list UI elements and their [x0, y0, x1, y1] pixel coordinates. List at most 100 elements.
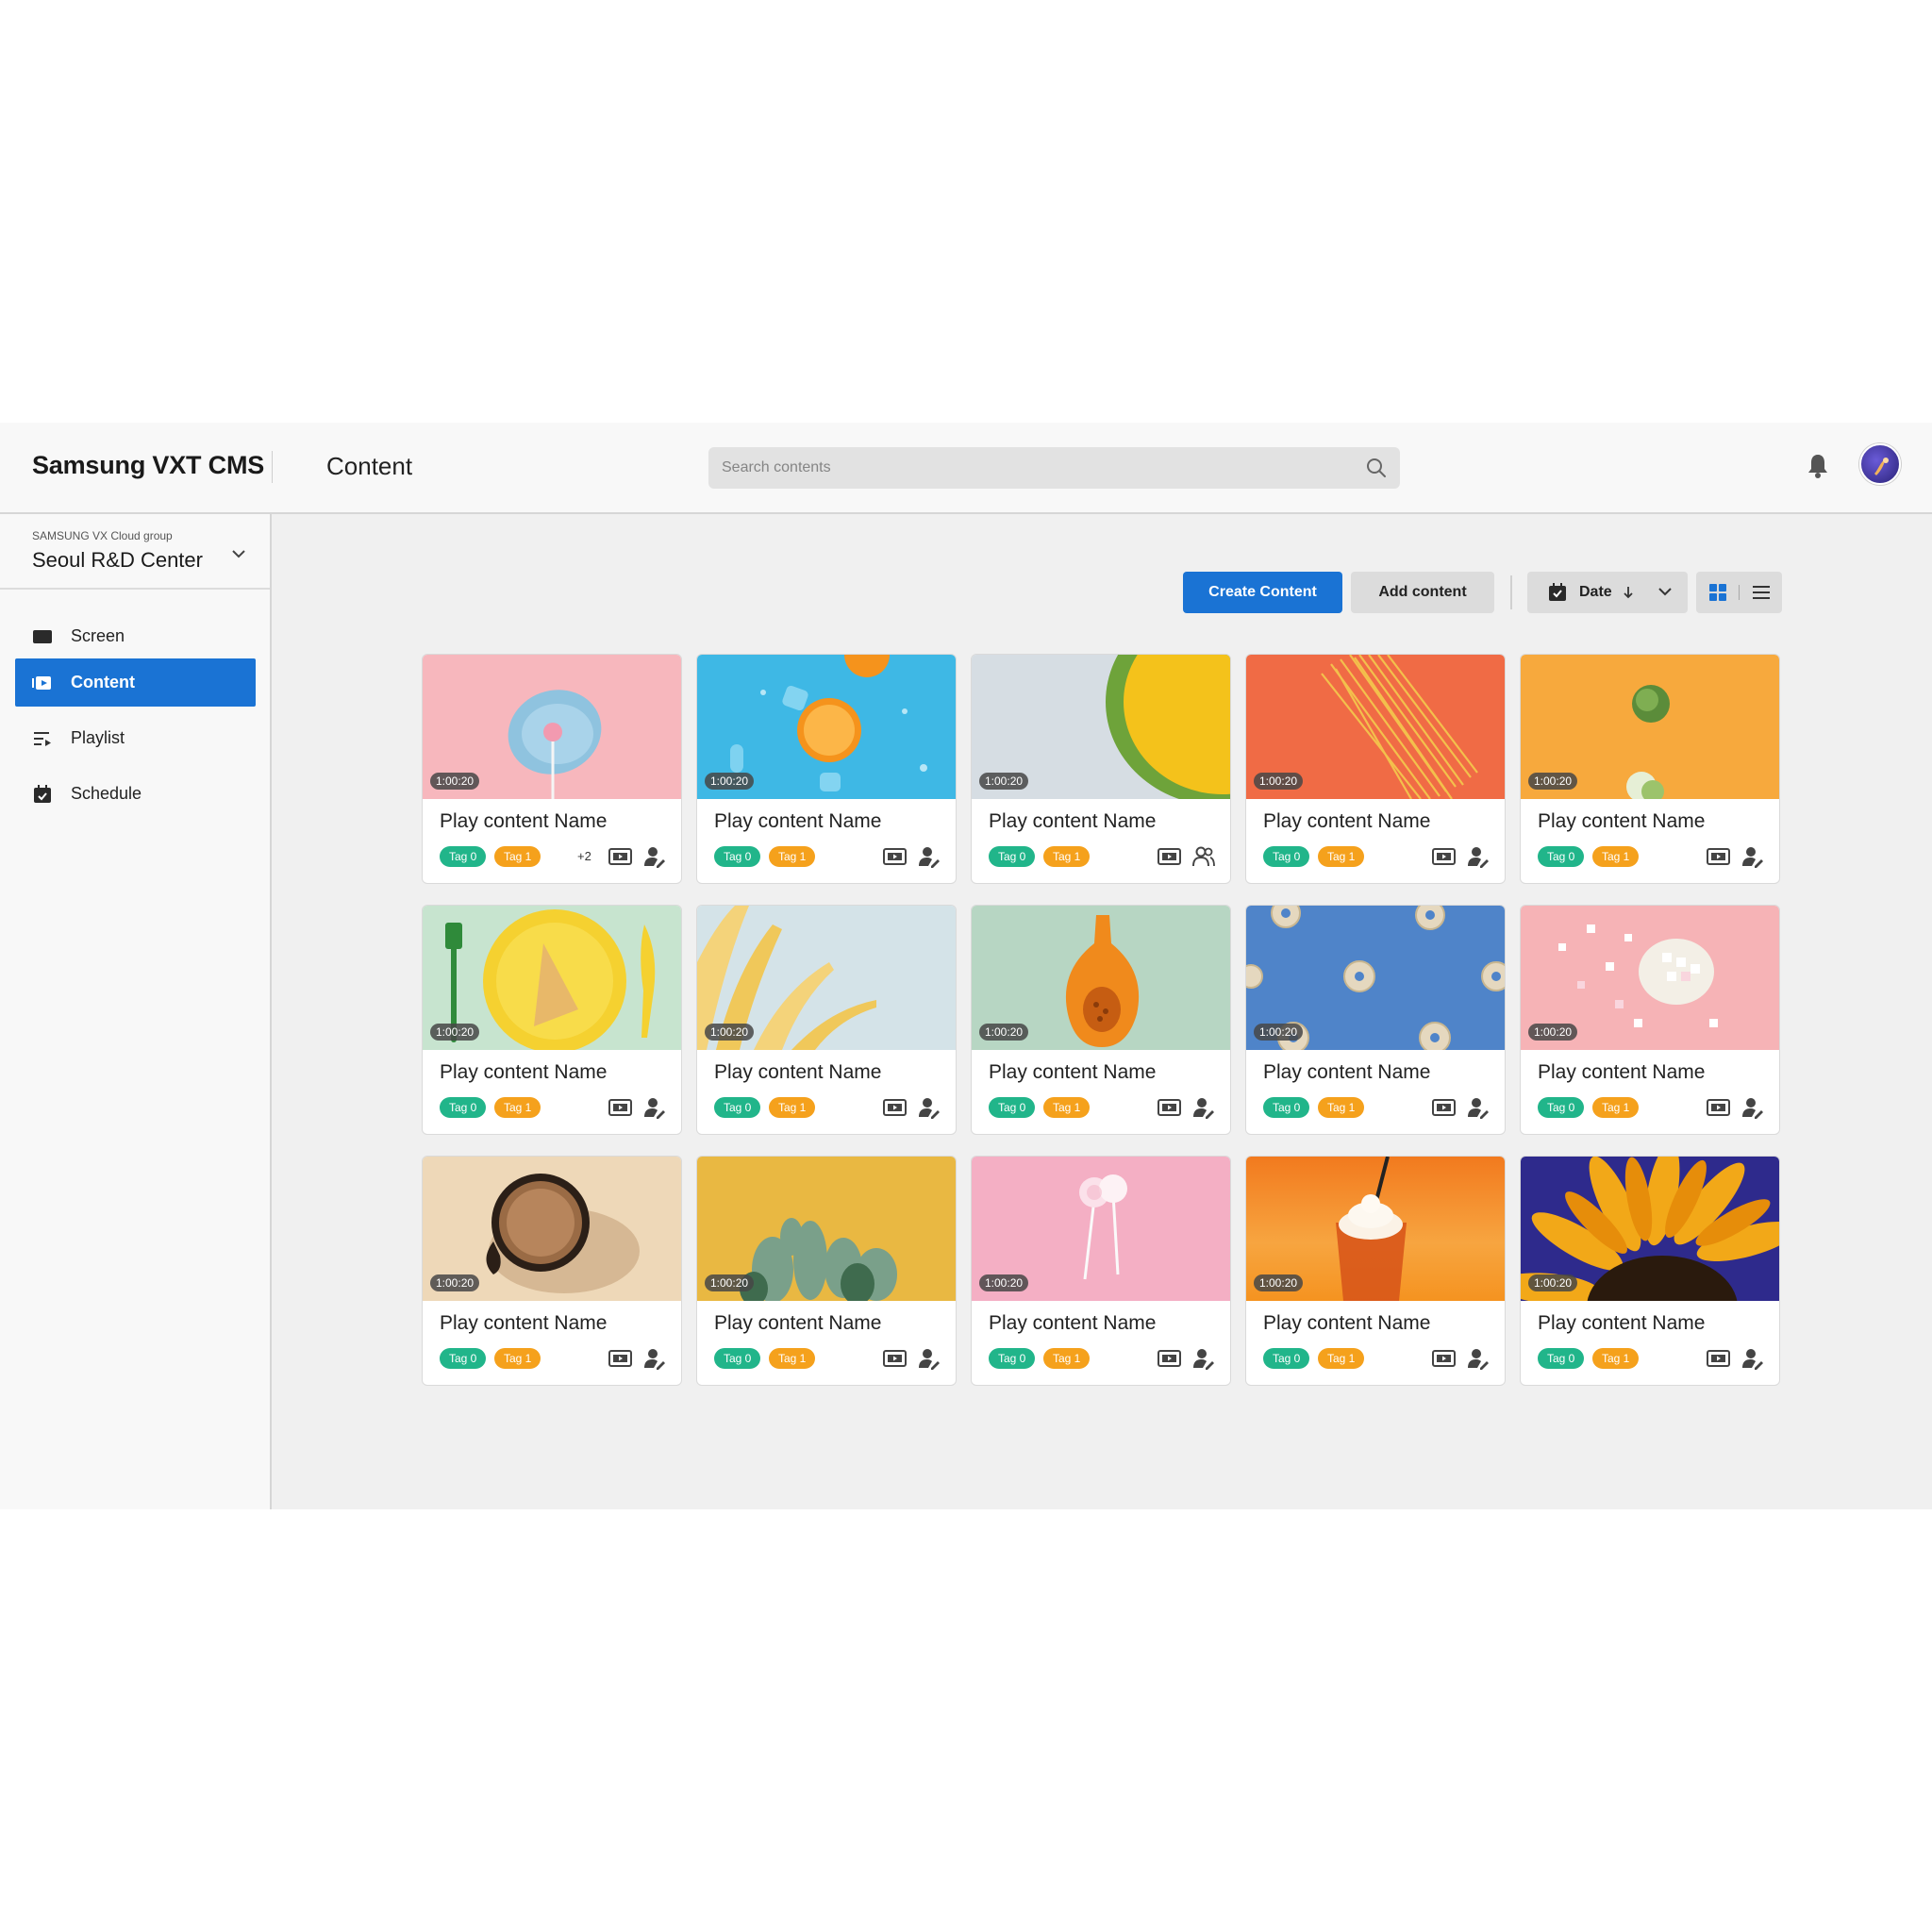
screen-play-icon — [608, 1099, 632, 1116]
tag-chip: Tag 0 — [1263, 1097, 1310, 1118]
user-edit-icon — [644, 847, 665, 868]
group-selector[interactable]: SAMSUNG VX Cloud group Seoul R&D Center — [0, 514, 270, 590]
tag-chip: Tag 1 — [1318, 1097, 1365, 1118]
sidebar-item-label: Screen — [71, 626, 125, 645]
sidebar: SAMSUNG VX Cloud group Seoul R&D Center … — [0, 514, 272, 1509]
sort-label: Date — [1579, 584, 1612, 600]
duration-badge: 1:00:20 — [430, 773, 480, 790]
tag-chip: Tag 0 — [714, 1097, 761, 1118]
card-title: Play content Name — [714, 1312, 882, 1334]
duration-badge: 1:00:20 — [979, 1274, 1029, 1291]
duration-badge: 1:00:20 — [1528, 773, 1578, 790]
calendar-icon — [1549, 583, 1566, 601]
avatar[interactable] — [1859, 443, 1901, 485]
content-card[interactable]: 1:00:20 Play content Name Tag 0 Tag 1 — [1245, 1156, 1506, 1386]
screen-play-icon — [883, 1350, 907, 1367]
content-card[interactable]: 1:00:20 Play content Name Tag 0 Tag 1 — [1245, 905, 1506, 1135]
duration-badge: 1:00:20 — [1254, 1274, 1304, 1291]
user-edit-icon — [1742, 1349, 1763, 1370]
group-label: SAMSUNG VX Cloud group — [32, 529, 173, 542]
chevron-down-icon[interactable] — [230, 548, 247, 559]
page-title: Content — [326, 452, 413, 480]
tag-chip: Tag 1 — [769, 1348, 816, 1369]
screen-play-icon — [1158, 1350, 1181, 1367]
content-card[interactable]: 1:00:20 Play content Name Tag 0 Tag 1 — [696, 905, 957, 1135]
content-card[interactable]: 1:00:20 Play content Name Tag 0 Tag 1 — [422, 905, 682, 1135]
tag-chip: Tag 0 — [440, 1348, 487, 1369]
tag-chip: Tag 0 — [440, 1097, 487, 1118]
sidebar-item-label: Schedule — [71, 784, 142, 803]
tag-chip: Tag 1 — [1592, 846, 1640, 867]
tag-chip: Tag 0 — [714, 1348, 761, 1369]
duration-badge: 1:00:20 — [979, 773, 1029, 790]
content-card[interactable]: 1:00:20 Play content Name Tag 0 Tag 1 — [422, 1156, 682, 1386]
calendar-icon — [34, 785, 51, 803]
tag-chip: Tag 0 — [1263, 846, 1310, 867]
duration-badge: 1:00:20 — [1254, 773, 1304, 790]
content-card[interactable]: 1:00:20 Play content Name Tag 0 Tag 1 — [1520, 905, 1780, 1135]
more-tags-count[interactable]: +2 — [577, 849, 591, 863]
content-card[interactable]: 1:00:20 Play content Name Tag 0 Tag 1 — [1520, 654, 1780, 884]
content-card[interactable]: 1:00:20 Play content Name Tag 0 Tag 1 — [971, 1156, 1231, 1386]
duration-badge: 1:00:20 — [979, 1024, 1029, 1041]
search-input[interactable] — [708, 447, 1400, 489]
chevron-down-icon[interactable] — [1657, 587, 1673, 597]
user-edit-icon — [1468, 847, 1489, 868]
tag-chip: Tag 0 — [1538, 846, 1585, 867]
card-title: Play content Name — [989, 810, 1157, 832]
content-card[interactable]: 1:00:20 Play content Name Tag 0 Tag 1 — [971, 905, 1231, 1135]
top-header: Samsung VXT CMS Content — [0, 423, 1932, 514]
tag-chip: Tag 0 — [989, 1097, 1036, 1118]
sidebar-item-playlist[interactable]: Playlist — [15, 714, 256, 762]
screen-play-icon — [1432, 1350, 1456, 1367]
duration-badge: 1:00:20 — [705, 1274, 755, 1291]
search-icon[interactable] — [1366, 458, 1387, 478]
card-title: Play content Name — [1538, 810, 1706, 832]
sidebar-item-screen[interactable]: Screen — [15, 612, 256, 660]
duration-badge: 1:00:20 — [430, 1024, 480, 1041]
bell-icon[interactable] — [1805, 452, 1831, 480]
screen-play-icon — [883, 848, 907, 865]
create-content-button[interactable]: Create Content — [1183, 572, 1342, 613]
brand-logo[interactable]: Samsung VXT CMS — [32, 451, 264, 480]
view-toggle — [1696, 572, 1782, 613]
screen-play-icon — [1432, 1099, 1456, 1116]
grid-view-icon[interactable] — [1709, 584, 1726, 601]
avatar-figure-icon — [1874, 458, 1889, 475]
screen-play-icon — [883, 1099, 907, 1116]
screen-play-icon — [608, 848, 632, 865]
content-card[interactable]: 1:00:20 Play content Name Tag 0 Tag 1 +2 — [422, 654, 682, 884]
card-title: Play content Name — [1263, 1312, 1431, 1334]
user-edit-icon — [919, 847, 940, 868]
sidebar-item-content[interactable]: Content — [15, 658, 256, 707]
tag-chip: Tag 0 — [440, 846, 487, 867]
header-divider — [272, 451, 273, 483]
content-card[interactable]: 1:00:20 Play content Name Tag 0 Tag 1 — [696, 1156, 957, 1386]
card-title: Play content Name — [1538, 1312, 1706, 1334]
tag-chip: Tag 1 — [1592, 1348, 1640, 1369]
screen-play-icon — [1432, 848, 1456, 865]
users-icon — [1192, 846, 1215, 867]
sidebar-item-schedule[interactable]: Schedule — [15, 770, 256, 818]
tag-chip: Tag 0 — [1263, 1348, 1310, 1369]
screen-play-icon — [1158, 848, 1181, 865]
user-edit-icon — [644, 1349, 665, 1370]
content-card[interactable]: 1:00:20 Play content Name Tag 0 Tag 1 — [696, 654, 957, 884]
content-card[interactable]: 1:00:20 Play content Name Tag 0 Tag 1 — [1520, 1156, 1780, 1386]
duration-badge: 1:00:20 — [705, 773, 755, 790]
app-window: Samsung VXT CMS Content SAMSUNG VX Cloud… — [0, 423, 1932, 1509]
content-card[interactable]: 1:00:20 Play content Name Tag 0 Tag 1 — [971, 654, 1231, 884]
arrow-down-icon[interactable] — [1623, 585, 1634, 600]
card-title: Play content Name — [1263, 810, 1431, 832]
sort-dropdown[interactable]: Date — [1527, 572, 1688, 613]
card-title: Play content Name — [440, 1061, 608, 1083]
tag-chip: Tag 1 — [1592, 1097, 1640, 1118]
search-box[interactable] — [708, 447, 1400, 489]
tag-chip: Tag 1 — [1318, 1348, 1365, 1369]
list-view-icon[interactable] — [1753, 584, 1770, 601]
add-content-button[interactable]: Add content — [1351, 572, 1494, 613]
user-edit-icon — [1193, 1349, 1214, 1370]
content-card[interactable]: 1:00:20 Play content Name Tag 0 Tag 1 — [1245, 654, 1506, 884]
card-title: Play content Name — [989, 1312, 1157, 1334]
sidebar-item-label: Content — [71, 673, 135, 691]
